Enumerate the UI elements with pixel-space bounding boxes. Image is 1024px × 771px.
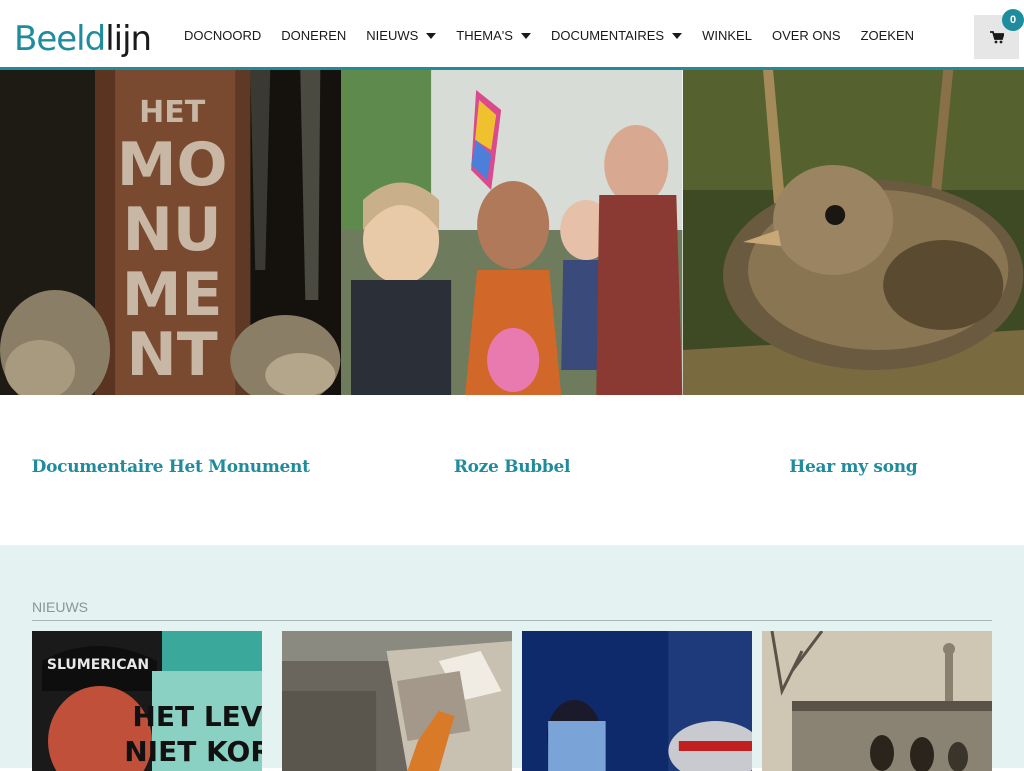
featured-title-link[interactable]: Documentaire Het Monument — [32, 457, 310, 545]
news-section: NIEUWS SLUMERICAN HET LEVE NIET KORT — [0, 545, 1024, 771]
nav-item-zoeken[interactable]: ZOEKEN — [861, 28, 914, 43]
logo-part-lijn: lijn — [105, 19, 152, 59]
cart-count-badge: 0 — [1002, 9, 1024, 31]
hear-my-song-image — [682, 70, 1024, 395]
monument-text-het: HET — [139, 95, 206, 130]
caret-down-icon — [672, 32, 683, 39]
news-card-image — [762, 631, 992, 771]
news-image-text-het-leve: HET LEVE — [132, 700, 262, 733]
nav-label: DOCNOORD — [184, 28, 262, 43]
monument-text-nt: NT — [127, 320, 218, 390]
nav-label: NIEUWS — [366, 28, 419, 43]
featured-image-roze-bubbel[interactable] — [341, 70, 683, 395]
news-heading: NIEUWS — [32, 599, 88, 615]
monument-image: HET MO NU ME NT — [0, 70, 342, 395]
shopping-cart-icon — [989, 30, 1004, 43]
news-divider — [32, 620, 992, 621]
cart-button[interactable]: 0 — [974, 9, 1024, 59]
site-header: Beeld lijn DOCNOORD DONEREN NIEUWS THEMA'… — [0, 0, 1024, 70]
news-card[interactable] — [282, 631, 512, 771]
nav-item-nieuws[interactable]: NIEUWS — [366, 28, 437, 43]
main-nav: DOCNOORD DONEREN NIEUWS THEMA'S DOCUMENT… — [184, 28, 934, 43]
nav-item-documentaires[interactable]: DOCUMENTAIRES — [550, 28, 683, 43]
logo-part-beeld: Beeld — [14, 19, 106, 59]
news-card[interactable] — [522, 631, 752, 771]
featured-image-het-monument[interactable]: HET MO NU ME NT — [0, 70, 342, 395]
featured-title-link[interactable]: Hear my song — [789, 457, 917, 545]
news-card-image — [522, 631, 752, 771]
caret-down-icon — [520, 32, 531, 39]
nav-label: DOCUMENTAIRES — [550, 28, 665, 43]
featured-tiles: HET MO NU ME NT — [0, 70, 1024, 395]
news-card[interactable] — [762, 631, 992, 771]
featured-image-hear-my-song[interactable] — [682, 70, 1024, 395]
site-logo[interactable]: Beeld lijn — [14, 12, 152, 59]
featured-caption: Hear my song — [683, 395, 1024, 545]
news-card[interactable]: SLUMERICAN HET LEVE NIET KORT — [32, 631, 262, 771]
featured-title-link[interactable]: Roze Bubbel — [454, 457, 571, 545]
news-card-image — [282, 631, 512, 771]
nav-item-over-ons[interactable]: OVER ONS — [772, 28, 841, 43]
nav-label: DONEREN — [281, 28, 347, 43]
news-image-text-niet-kort: NIET KORT — [124, 735, 262, 768]
featured-caption: Documentaire Het Monument — [0, 395, 341, 545]
nav-item-themas[interactable]: THEMA'S — [456, 28, 531, 43]
featured-caption: Roze Bubbel — [341, 395, 682, 545]
nav-item-doneren[interactable]: DONEREN — [281, 28, 346, 43]
nav-label: THEMA'S — [456, 28, 513, 43]
caret-down-icon — [426, 32, 437, 39]
nav-item-docnoord[interactable]: DOCNOORD — [184, 28, 261, 43]
featured-captions: Documentaire Het Monument Roze Bubbel He… — [0, 395, 1024, 545]
roze-bubbel-image — [341, 70, 683, 395]
news-image-text-slumerican: SLUMERICAN — [47, 657, 149, 673]
nav-label: ZOEKEN — [860, 28, 915, 43]
monument-text-mo: MO — [117, 130, 228, 200]
nav-label: OVER ONS — [771, 28, 841, 43]
nav-label: WINKEL — [702, 28, 752, 43]
nav-item-winkel[interactable]: WINKEL — [702, 28, 752, 43]
news-card-image: SLUMERICAN HET LEVE NIET KORT — [32, 631, 262, 771]
monument-text-nu: NU — [123, 195, 222, 265]
